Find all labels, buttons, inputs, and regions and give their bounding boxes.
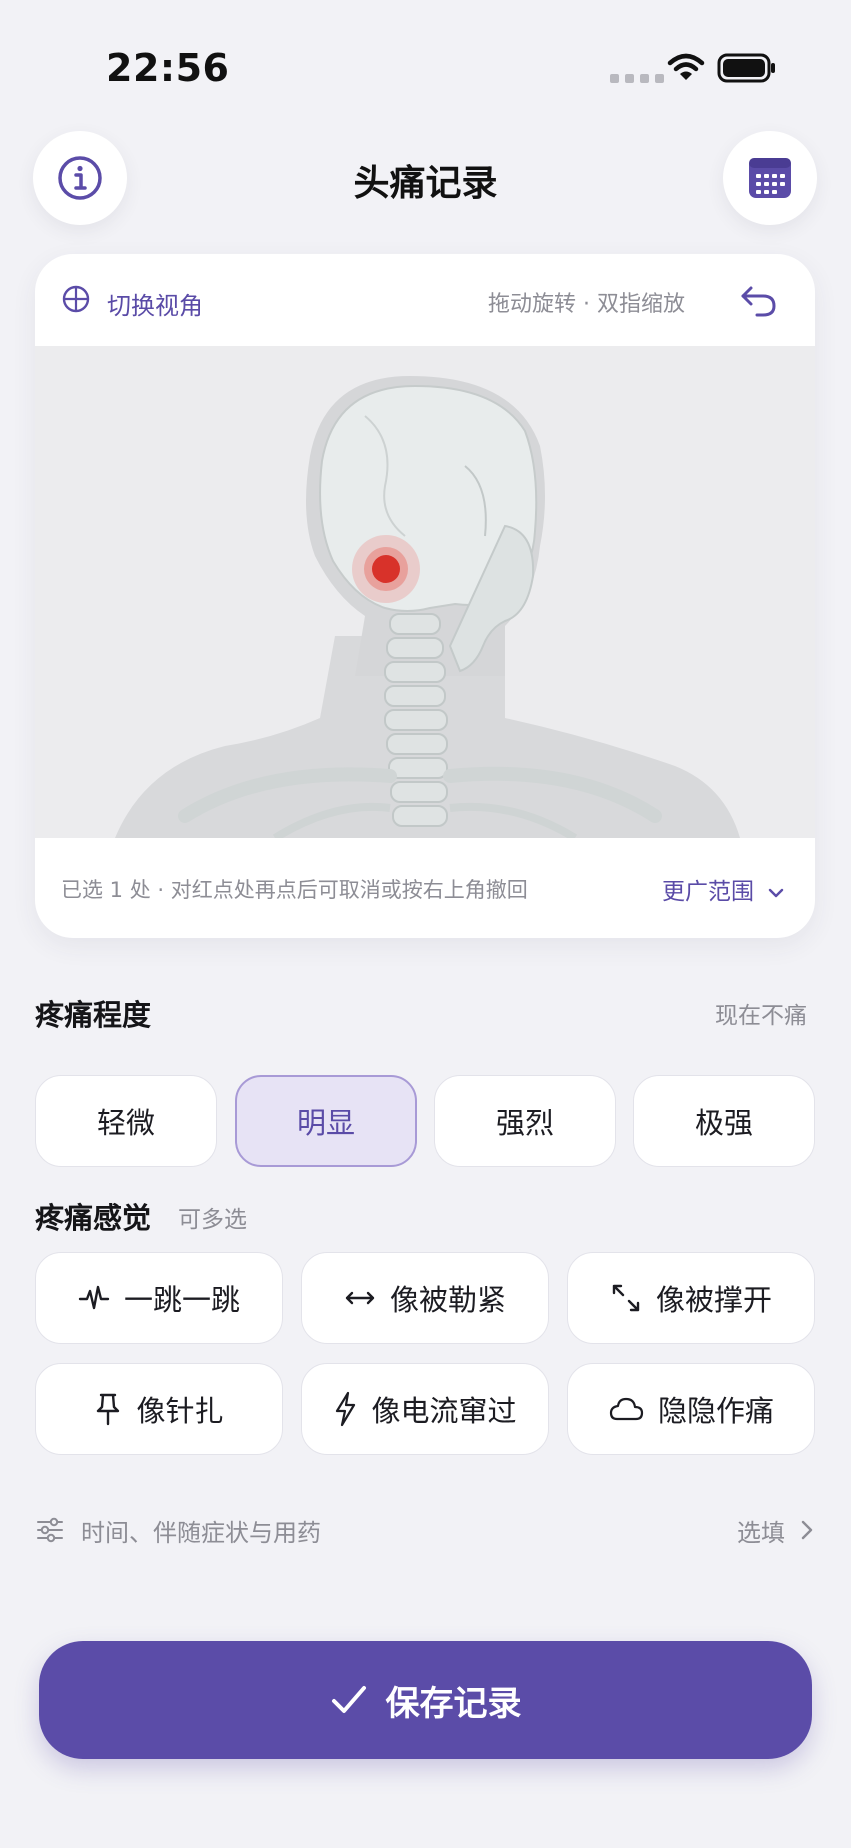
severity-option[interactable]: 轻微 (35, 1075, 217, 1167)
wider-range-label: 更广范围 (662, 879, 754, 905)
optional-tag: 选填 (737, 1518, 785, 1547)
sensation-option[interactable]: 像电流窜过 (301, 1363, 549, 1455)
lightning-icon (336, 1391, 356, 1427)
selection-hint: 已选 1 处 · 对红点处再点后可取消或按右上角撤回 (61, 878, 528, 902)
calendar-button[interactable] (723, 131, 817, 225)
cellular-signal-icon (610, 74, 664, 83)
severity-title: 疼痛程度 (35, 998, 152, 1032)
arrows-inward-icon (345, 1291, 375, 1305)
sensation-option[interactable]: 一跳一跳 (35, 1252, 283, 1344)
sensation-label: 隐隐作痛 (657, 1394, 774, 1428)
battery-icon (717, 53, 775, 83)
sensation-label: 一跳一跳 (123, 1283, 240, 1317)
skull-model-image (115, 376, 740, 842)
sensation-label: 像针扎 (136, 1394, 224, 1428)
cloud-icon (609, 1397, 644, 1421)
no-pain-button[interactable]: 现在不痛 (715, 996, 807, 1030)
checkmark-icon (331, 1686, 366, 1713)
sliders-icon (37, 1517, 63, 1543)
status-time: 22:56 (106, 46, 230, 90)
multi-select-hint: 可多选 (178, 1207, 247, 1233)
sensation-option[interactable]: 像针扎 (35, 1363, 283, 1455)
pin-icon (97, 1393, 120, 1426)
save-record-button[interactable]: 保存记录 (39, 1641, 812, 1759)
pulse-icon (78, 1285, 110, 1310)
wifi-icon (667, 53, 705, 80)
sensation-label: 像电流窜过 (371, 1394, 517, 1428)
calendar-icon (749, 158, 791, 198)
severity-option[interactable]: 极强 (633, 1075, 815, 1167)
severity-option-selected[interactable]: 明显 (235, 1075, 417, 1167)
wider-range-button[interactable]: 更广范围 (662, 872, 785, 906)
sensation-title: 疼痛感觉 (35, 1201, 152, 1235)
3d-head-view[interactable] (35, 346, 815, 842)
chevron-down-icon (769, 888, 784, 898)
optional-details-row[interactable]: 时间、伴随症状与用药 选填 (35, 1508, 815, 1552)
sensation-option[interactable]: 像被撑开 (567, 1252, 815, 1344)
switch-view-button[interactable]: 切换视角 (107, 286, 203, 321)
sensation-option[interactable]: 像被勒紧 (301, 1252, 549, 1344)
sensation-label: 像被撑开 (655, 1283, 772, 1317)
head-model-card: 切换视角 拖动旋转 · 双指缩放 已选 1 处 · 对红点处再点后可取消或按右上… (35, 254, 815, 938)
pain-marker[interactable] (372, 555, 400, 583)
arrows-outward-icon (612, 1284, 640, 1312)
undo-icon[interactable] (739, 284, 779, 318)
gesture-hint: 拖动旋转 · 双指缩放 (488, 292, 685, 317)
save-record-label: 保存记录 (385, 1683, 522, 1724)
severity-option[interactable]: 强烈 (434, 1075, 616, 1167)
sensation-label: 像被勒紧 (389, 1283, 506, 1317)
sensation-option[interactable]: 隐隐作痛 (567, 1363, 815, 1455)
globe-icon (62, 285, 90, 313)
optional-details-label: 时间、伴随症状与用药 (81, 1518, 321, 1547)
chevron-right-icon (801, 1520, 813, 1540)
